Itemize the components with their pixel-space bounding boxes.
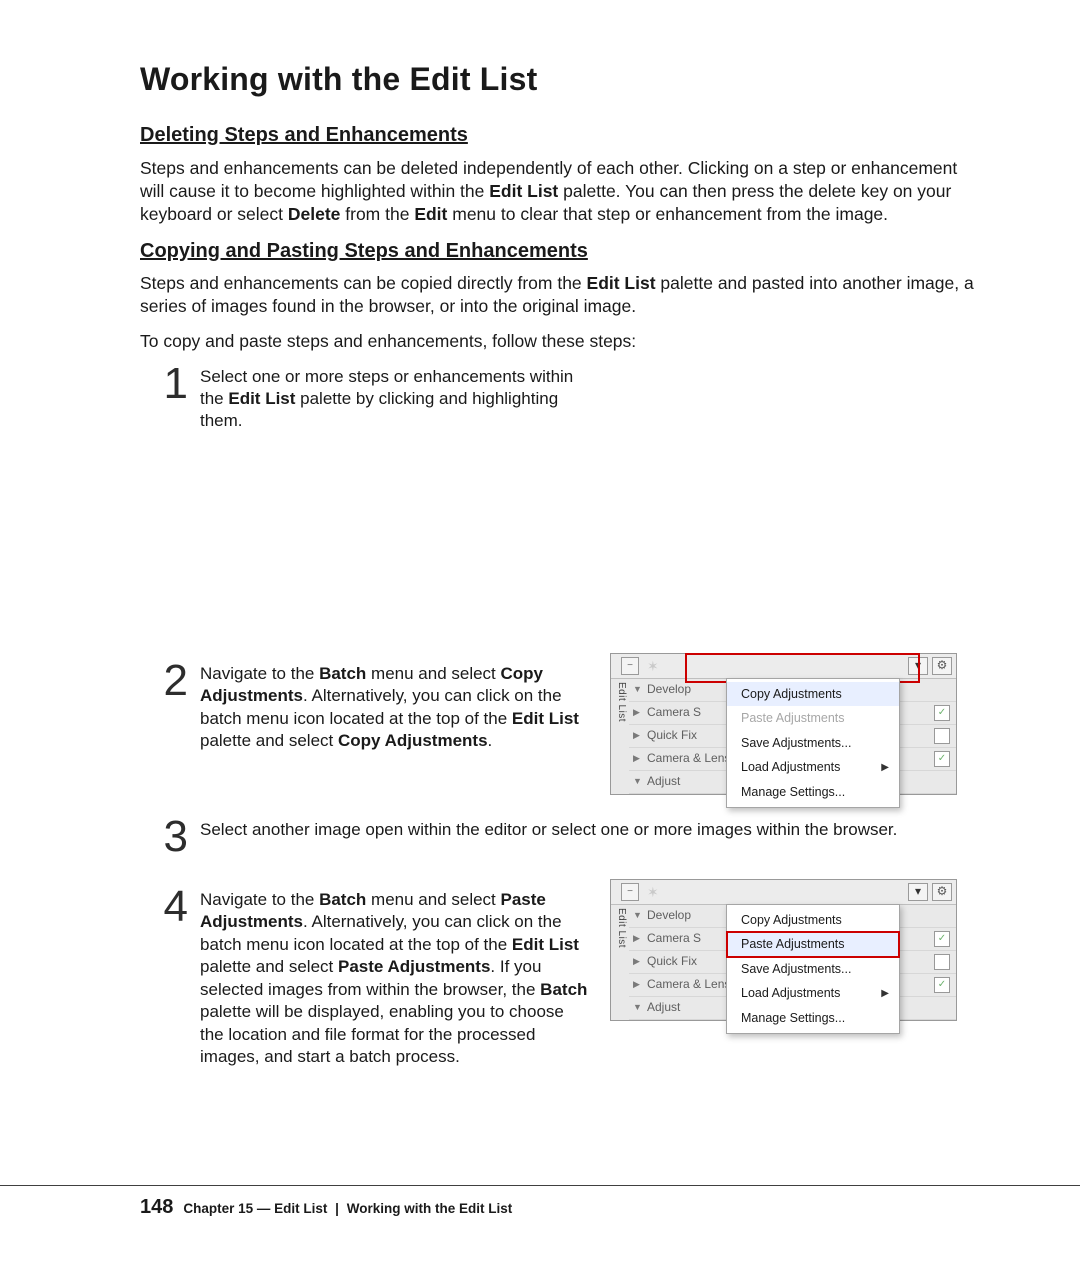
menu-load-adjustments[interactable]: Load Adjustments▶ <box>727 755 899 780</box>
page-number: 148 <box>140 1194 173 1220</box>
checkbox-icon[interactable]: ✓ <box>934 977 950 993</box>
section-copying-paragraph-1: Steps and enhancements can be copied dir… <box>140 272 980 318</box>
page-footer: 148 Chapter 15 — Edit List | Working wit… <box>0 1185 1080 1220</box>
collapse-icon[interactable]: − <box>621 657 639 675</box>
checkbox-icon[interactable]: ✓ <box>934 751 950 767</box>
page-title: Working with the Edit List <box>140 58 980 100</box>
step-4-body: Navigate to the Batch menu and select Pa… <box>200 889 590 1069</box>
batch-dropdown-menu: Copy Adjustments Paste Adjustments Save … <box>726 678 900 809</box>
star-icon: ✶ <box>643 883 663 901</box>
submenu-arrow-icon: ▶ <box>881 987 889 1000</box>
star-icon: ✶ <box>643 657 663 675</box>
menu-save-adjustments[interactable]: Save Adjustments... <box>727 957 899 982</box>
menu-load-adjustments[interactable]: Load Adjustments▶ <box>727 981 899 1006</box>
dropdown-button[interactable]: ▾ <box>908 657 928 675</box>
footer-section: Working with the Edit List <box>347 1201 513 1216</box>
step-1: 1 Select one or more steps or enhancemen… <box>160 366 980 433</box>
gear-icon[interactable]: ⚙ <box>932 883 952 901</box>
menu-copy-adjustments[interactable]: Copy Adjustments <box>727 682 899 707</box>
step-3-number: 3 <box>160 815 188 859</box>
step-2-body: Navigate to the Batch menu and select Co… <box>200 663 590 753</box>
step-4-number: 4 <box>160 885 188 929</box>
section-deleting-paragraph: Steps and enhancements can be deleted in… <box>140 157 980 226</box>
collapse-icon[interactable]: − <box>621 883 639 901</box>
checkbox-icon[interactable]: ✓ <box>934 705 950 721</box>
menu-paste-adjustments: Paste Adjustments <box>727 706 899 731</box>
edit-list-palette-paste: − ✶ ▾ ⚙ Edit List ▼Develop ▶Camera S✓ ▶Q… <box>610 879 957 1021</box>
checkbox-icon[interactable] <box>934 728 950 744</box>
step-1-number: 1 <box>160 362 188 406</box>
menu-copy-adjustments[interactable]: Copy Adjustments <box>727 908 899 933</box>
step-1-body: Select one or more steps or enhancements… <box>200 366 595 433</box>
step-2-number: 2 <box>160 659 188 703</box>
dropdown-button[interactable]: ▾ <box>908 883 928 901</box>
checkbox-icon[interactable]: ✓ <box>934 931 950 947</box>
step-2: 2 Navigate to the Batch menu and select … <box>160 663 590 753</box>
section-copying-heading: Copying and Pasting Steps and Enhancemen… <box>140 238 980 264</box>
menu-save-adjustments[interactable]: Save Adjustments... <box>727 731 899 756</box>
footer-chapter: Chapter 15 — Edit List <box>183 1201 327 1216</box>
menu-paste-adjustments[interactable]: Paste Adjustments <box>727 932 899 957</box>
step-3: 3 Select another image open within the e… <box>160 819 980 859</box>
menu-manage-settings[interactable]: Manage Settings... <box>727 1006 899 1031</box>
batch-dropdown-menu: Copy Adjustments Paste Adjustments Save … <box>726 904 900 1035</box>
menu-manage-settings[interactable]: Manage Settings... <box>727 780 899 805</box>
section-copying-paragraph-2: To copy and paste steps and enhancements… <box>140 330 980 353</box>
checkbox-icon[interactable] <box>934 954 950 970</box>
edit-list-palette-copy: − ✶ ▾ ⚙ Edit List ▼Develop ▶Camera S✓ ▶Q… <box>610 653 957 795</box>
submenu-arrow-icon: ▶ <box>881 761 889 774</box>
section-deleting-heading: Deleting Steps and Enhancements <box>140 122 980 148</box>
gear-icon[interactable]: ⚙ <box>932 657 952 675</box>
step-3-body: Select another image open within the edi… <box>200 819 980 841</box>
step-4: 4 Navigate to the Batch menu and select … <box>160 889 590 1069</box>
